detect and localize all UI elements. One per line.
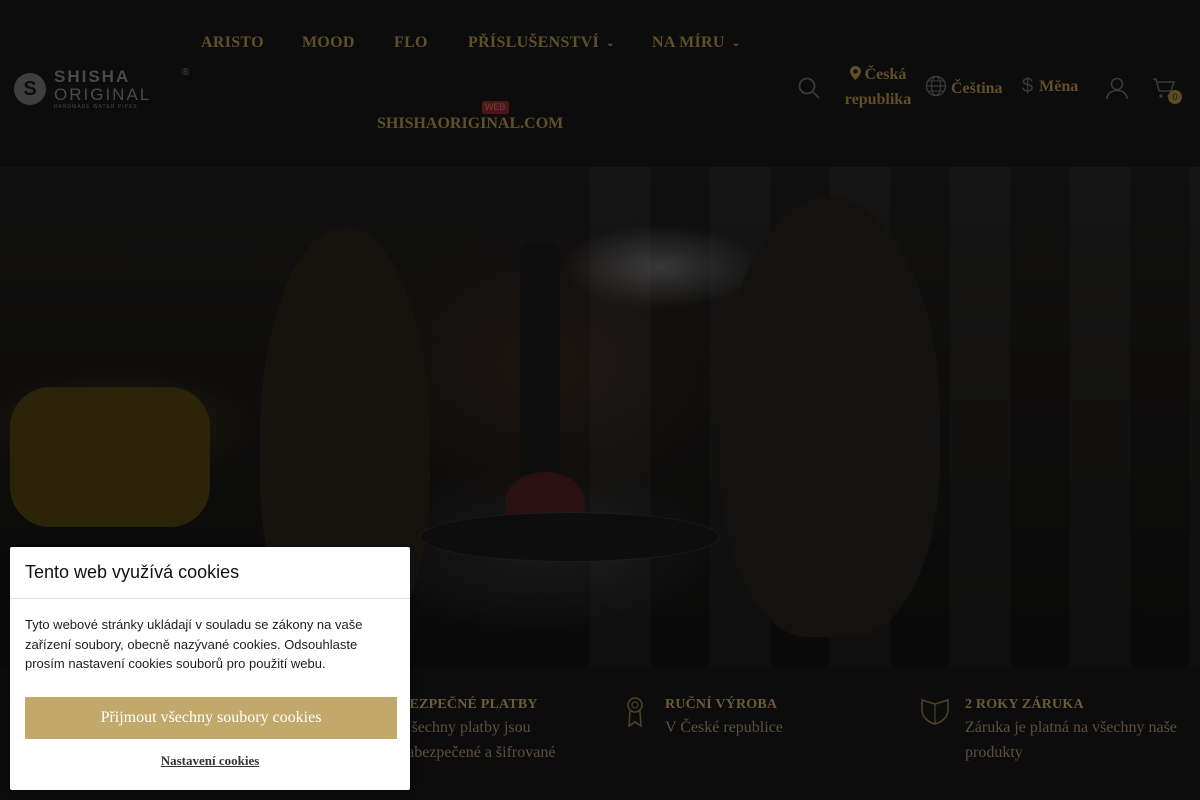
nav-label: NA MÍRU [652,34,725,51]
shield-icon [920,696,950,731]
currency-label: Měna [1039,77,1079,95]
feature-warranty: 2 ROKY ZÁRUKA Záruka je platná na všechn… [965,697,1190,765]
nav-item-shishaoriginal-com[interactable]: SHISHAORIGINAL.COM [377,115,563,133]
web-badge: WEB [482,101,509,114]
cookie-title: Tento web využívá cookies [10,547,410,599]
nav-label: FLO [394,34,428,51]
language-label: Čeština [951,79,1003,97]
globe-icon [925,75,947,102]
chevron-down-icon: ⌄ [606,37,615,49]
map-pin-icon [849,66,865,83]
feature-text: Záruka je platná na všechny naše produkt… [965,719,1177,761]
hero-figure-right [720,197,940,637]
cookie-settings-link[interactable]: Nastavení cookies [10,753,410,769]
feature-title: BEZPEČNÉ PLATBY [400,697,538,712]
site-header: S SHISHA ORIGINAL HANDMADE WATER PIPES ®… [0,0,1200,167]
logo-registered: ® [182,67,190,78]
currency-selector[interactable]: $ Měna [1022,75,1078,98]
search-icon[interactable] [797,76,821,105]
logo-line1: SHISHA [54,67,131,86]
nav-item-aristo[interactable]: ARISTO [201,34,264,52]
hero-chair-left [10,387,210,527]
nav-item-accessories[interactable]: PŘÍSLUŠENSTVÍ ⌄ [468,34,615,52]
site-logo[interactable]: S SHISHA ORIGINAL HANDMADE WATER PIPES ® [14,67,189,110]
feature-title: RUČNÍ VÝROBA [665,697,778,712]
logo-mark-icon: S [14,73,46,105]
logo-text: SHISHA ORIGINAL HANDMADE WATER PIPES ® [54,67,189,110]
cookie-body: Tyto webové stránky ukládají v souladu s… [25,617,363,671]
cookie-dialog: Tento web využívá cookies Tyto webové st… [10,547,410,790]
feature-handmade: RUČNÍ VÝROBA V České republice [665,697,875,740]
feature-text: Všechny platby jsou zabezpečené a šifrov… [400,719,556,761]
feature-secure-payments: BEZPEČNÉ PLATBY Všechny platby jsou zabe… [400,697,600,765]
nav-item-flo[interactable]: FLO [394,34,428,52]
logo-tagline: HANDMADE WATER PIPES [54,104,138,110]
nav-label: PŘÍSLUŠENSTVÍ [468,34,600,51]
nav-item-custom[interactable]: NA MÍRU ⌄ [652,34,740,52]
nav-label: MOOD [302,34,355,51]
cart-button[interactable]: 0 [1152,76,1182,105]
chevron-down-icon: ⌄ [731,37,741,49]
nav-item-mood[interactable]: MOOD [302,34,355,52]
hero-table [420,512,720,562]
feature-text: V České republice [665,719,783,736]
country-selector[interactable]: Česká republika [843,62,913,112]
award-icon [624,696,646,733]
cart-count-badge: 0 [1168,90,1182,104]
nav-label: ARISTO [201,34,264,51]
dollar-icon: $ [1022,75,1034,97]
feature-title: 2 ROKY ZÁRUKA [965,697,1084,712]
accept-all-cookies-button[interactable]: Přijmout všechny soubory cookies [25,697,397,739]
user-icon[interactable] [1105,76,1129,105]
language-selector[interactable]: Čeština [925,75,1003,102]
logo-line2: ORIGINAL [54,85,152,104]
